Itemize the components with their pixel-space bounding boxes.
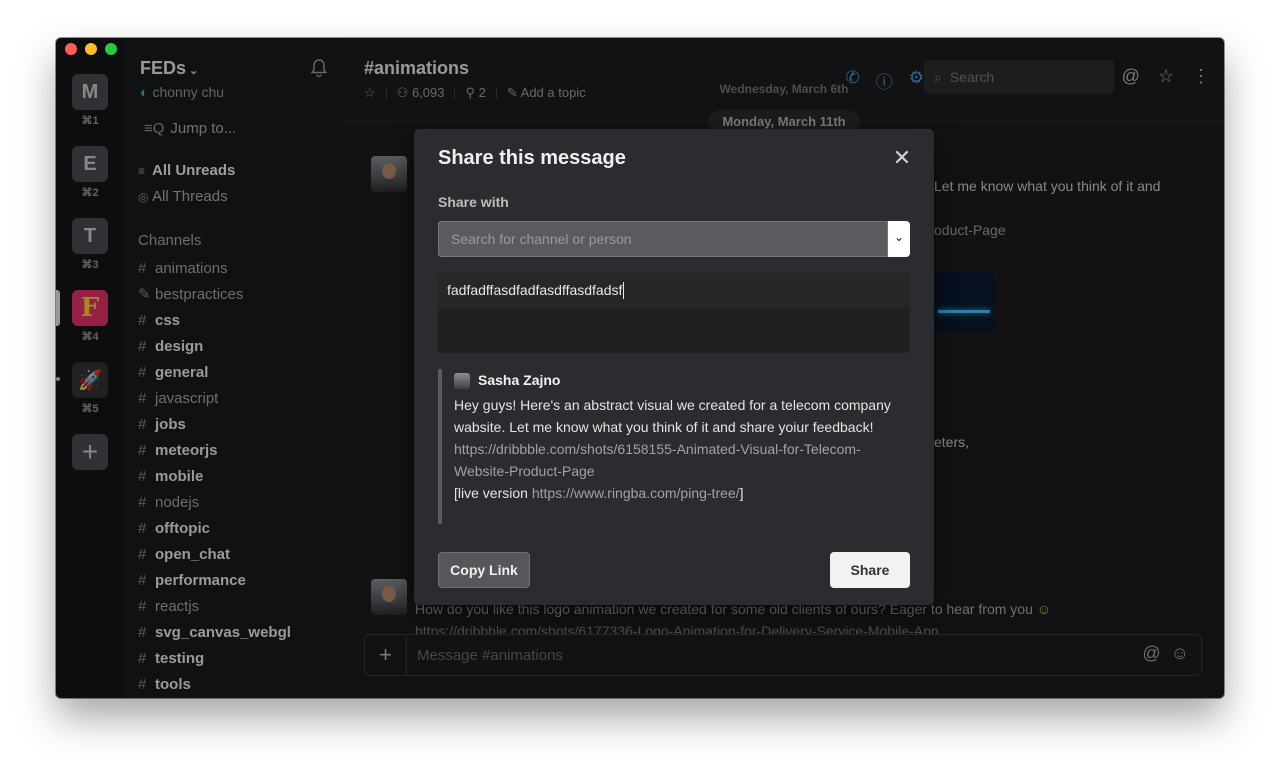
share-message-dialog: Share this message ✕ Share with Search f… (414, 129, 934, 605)
avatar (454, 373, 470, 389)
quote-author: Sasha Zajno (478, 372, 561, 388)
live-version-link[interactable]: https://www.ringba.com/ping-tree/ (532, 485, 740, 501)
close-icon[interactable]: ✕ (892, 147, 912, 169)
quote-body: Hey guys! Here's an abstract visual we c… (454, 394, 908, 504)
shared-message-preview: Sasha Zajno Hey guys! Here's an abstract… (438, 369, 910, 524)
copy-link-button[interactable]: Copy Link (438, 552, 530, 588)
share-target-placeholder[interactable]: Search for channel or person (438, 221, 888, 257)
minimize-window-button[interactable] (85, 43, 97, 55)
quote-link[interactable]: https://dribbble.com/shots/6158155-Anima… (454, 441, 861, 479)
close-window-button[interactable] (65, 43, 77, 55)
dialog-title: Share this message (438, 147, 626, 169)
window-controls (65, 43, 117, 55)
quote-text: Hey guys! Here's an abstract visual we c… (454, 397, 891, 435)
live-version-suffix: ] (739, 485, 744, 501)
share-with-label: Share with (438, 194, 509, 210)
share-button[interactable]: Share (830, 552, 910, 588)
share-target-select[interactable]: Search for channel or person ⌄ (438, 221, 910, 257)
chevron-down-icon[interactable]: ⌄ (894, 230, 904, 244)
app-window: M ⌘1 E ⌘2 T ⌘3 F ⌘4 🚀 ⌘5 + FEDs ⌄ ◐ chonny… (56, 38, 1224, 698)
live-version-prefix: [live version (454, 485, 532, 501)
message-textarea[interactable]: fadfadffasdfadfasdffasdfadsf (438, 273, 910, 353)
message-value: fadfadffasdfadfasdffasdfadsf (447, 282, 625, 299)
zoom-window-button[interactable] (105, 43, 117, 55)
